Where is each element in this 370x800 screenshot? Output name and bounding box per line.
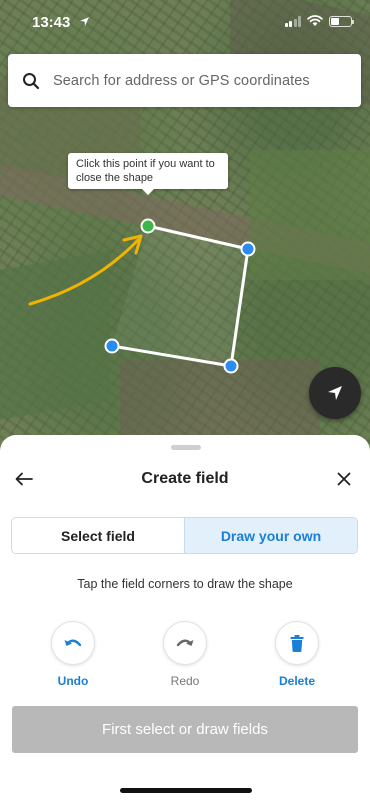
corner-point-start[interactable] — [140, 218, 156, 234]
search-icon — [22, 72, 39, 89]
status-time: 13:43 — [32, 14, 71, 31]
close-shape-tooltip: Click this point if you want to close th… — [68, 153, 228, 195]
mode-segmented-control: Select field Draw your own — [11, 517, 358, 554]
cellular-signal-icon — [284, 15, 301, 27]
sheet-title: Create field — [141, 470, 229, 487]
confirm-fields-button[interactable]: First select or draw fields — [12, 706, 358, 753]
trash-icon — [290, 634, 304, 652]
battery-icon — [329, 15, 354, 27]
redo-button-circle[interactable] — [163, 621, 207, 665]
create-field-sheet: Create field Select field Draw your own … — [0, 435, 370, 800]
close-icon — [337, 472, 351, 486]
undo-button-circle[interactable] — [51, 621, 95, 665]
tab-select-field[interactable]: Select field — [12, 518, 184, 553]
hint-arrow — [28, 238, 140, 306]
undo-label: Undo — [57, 674, 89, 688]
delete-label: Delete — [278, 674, 316, 688]
location-arrow-icon — [328, 386, 342, 400]
corner-point[interactable] — [223, 358, 239, 374]
close-button[interactable] — [332, 465, 356, 493]
draw-instruction: Tap the field corners to draw the shape — [77, 577, 293, 591]
location-services-icon — [80, 17, 89, 26]
search-placeholder: Search for address or GPS coordinates — [53, 72, 310, 89]
tab-draw-your-own[interactable]: Draw your own — [184, 518, 357, 553]
home-indicator — [120, 788, 252, 793]
redo-button[interactable]: Redo — [150, 621, 220, 688]
wifi-icon — [307, 15, 323, 26]
delete-button-circle[interactable] — [275, 621, 319, 665]
undo-button[interactable]: Undo — [38, 621, 108, 688]
undo-icon — [64, 639, 82, 647]
redo-icon — [176, 639, 194, 647]
address-search-bar[interactable]: Search for address or GPS coordinates — [8, 54, 361, 107]
sheet-header: Create field — [0, 465, 370, 493]
redo-label: Redo — [170, 674, 200, 688]
corner-point[interactable] — [240, 241, 256, 257]
delete-button[interactable]: Delete — [262, 621, 332, 688]
status-bar: 13:43 — [0, 0, 370, 44]
sheet-grabber[interactable] — [171, 445, 201, 450]
my-location-button[interactable] — [309, 367, 361, 419]
corner-point[interactable] — [104, 338, 120, 354]
drawing-actions: Undo Redo Delete — [0, 621, 370, 691]
